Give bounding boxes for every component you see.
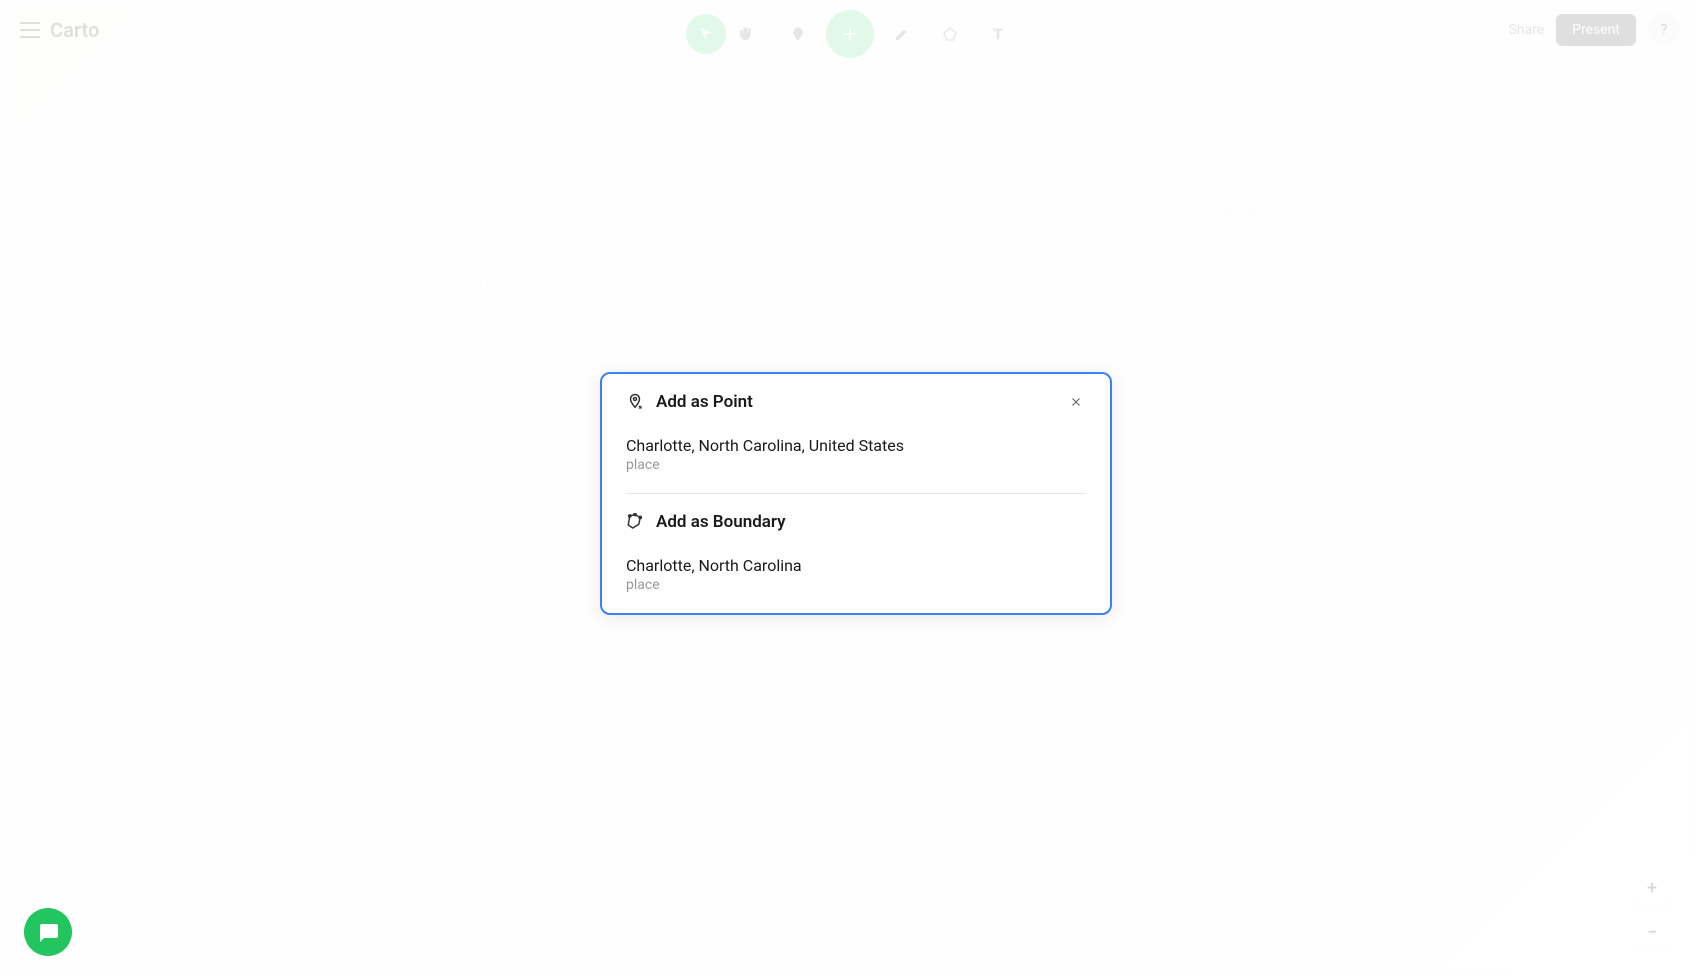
share-button[interactable]: Share (1508, 22, 1544, 38)
close-button[interactable] (1066, 392, 1086, 412)
boundary-section-title: Add as Boundary (656, 512, 786, 532)
point-section-title: Add as Point (656, 392, 753, 412)
top-right-controls: Share Present ? (1508, 14, 1680, 46)
logo-area: Carto (20, 18, 99, 42)
boundary-option-name: Charlotte, North Carolina (626, 556, 1086, 575)
menu-icon[interactable] (20, 22, 40, 38)
boundary-option-type: place (626, 577, 1086, 593)
dialog-header-boundary: Add as Boundary (602, 494, 1110, 544)
zoom-out-button[interactable]: − (1634, 914, 1670, 950)
pin-add-icon (626, 393, 644, 411)
present-button[interactable]: Present (1556, 14, 1636, 46)
chat-support-button[interactable] (24, 908, 72, 956)
point-option-name: Charlotte, North Carolina, United States (626, 436, 1086, 455)
point-option[interactable]: Charlotte, North Carolina, United States… (602, 424, 1110, 493)
help-button[interactable]: ? (1648, 14, 1680, 46)
chat-icon (36, 920, 60, 944)
close-icon (1069, 395, 1083, 409)
point-option-type: place (626, 457, 1086, 473)
polygon-boundary-icon (626, 513, 644, 531)
dialog-header-point: Add as Point (602, 374, 1110, 424)
zoom-controls: + − (1634, 870, 1670, 950)
zoom-in-button[interactable]: + (1634, 870, 1670, 906)
app-logo: Carto (50, 18, 99, 42)
boundary-option[interactable]: Charlotte, North Carolina place (602, 544, 1110, 613)
header-left: Add as Point (626, 392, 753, 412)
add-location-dialog: Add as Point Charlotte, North Carolina, … (600, 372, 1112, 615)
top-bar: Carto Share Present ? (0, 0, 1700, 60)
